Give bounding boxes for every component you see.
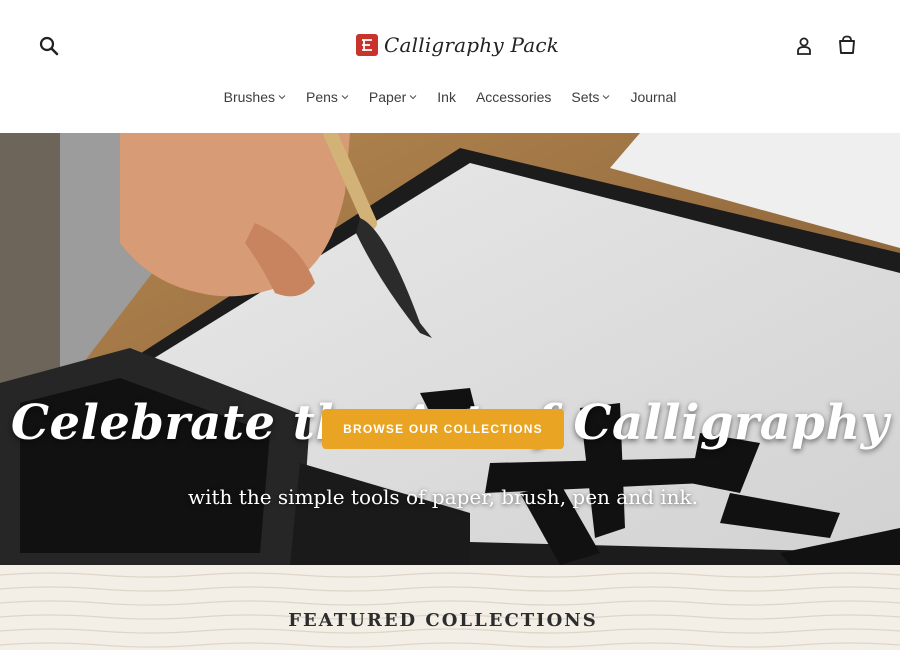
featured-collections-section: FEATURED COLLECTIONS bbox=[0, 565, 900, 650]
chevron-down-icon bbox=[278, 95, 286, 100]
nav-item-label: Pens bbox=[305, 89, 338, 105]
nav-item-label: Ink bbox=[437, 89, 456, 105]
featured-collections-title: FEATURED COLLECTIONS bbox=[288, 610, 598, 631]
logo-text: Calligraphy Pack bbox=[384, 33, 560, 57]
nav-item-sets[interactable]: Sets bbox=[571, 86, 610, 108]
nav-item-label: Brushes bbox=[223, 89, 275, 105]
hero-banner: Celebrate the Art of Calligraphy with th… bbox=[0, 133, 900, 565]
chevron-down-icon bbox=[603, 95, 610, 100]
nav-item-label: Journal bbox=[630, 89, 677, 105]
chevron-down-icon bbox=[341, 95, 349, 100]
nav-item-label: Sets bbox=[571, 89, 600, 105]
site-logo[interactable]: Calligraphy Pack bbox=[356, 30, 559, 60]
decorative-script-background bbox=[0, 572, 900, 648]
main-nav: Brushes Pens Paper Ink Accessories Sets … bbox=[0, 86, 900, 108]
site-header: Calligraphy Pack Brushes Pens Paper Ink bbox=[0, 0, 900, 133]
chevron-down-icon bbox=[409, 95, 417, 100]
browse-collections-button[interactable]: BROWSE OUR COLLECTIONS bbox=[322, 409, 564, 449]
account-icon[interactable] bbox=[792, 33, 816, 59]
hero-subtitle: with the simple tools of paper, brush, p… bbox=[188, 485, 698, 509]
nav-item-label: Accessories bbox=[475, 89, 552, 105]
nav-item-pens[interactable]: Pens bbox=[306, 86, 349, 108]
nav-item-label: Paper bbox=[368, 89, 407, 105]
cart-icon[interactable] bbox=[834, 32, 860, 58]
nav-item-paper[interactable]: Paper bbox=[369, 86, 417, 108]
nav-item-ink[interactable]: Ink bbox=[437, 86, 456, 108]
nav-item-journal[interactable]: Journal bbox=[630, 86, 676, 108]
nav-item-accessories[interactable]: Accessories bbox=[476, 86, 551, 108]
search-icon[interactable] bbox=[36, 33, 62, 59]
nav-item-brushes[interactable]: Brushes bbox=[224, 86, 286, 108]
logo-mark-icon bbox=[356, 34, 378, 56]
